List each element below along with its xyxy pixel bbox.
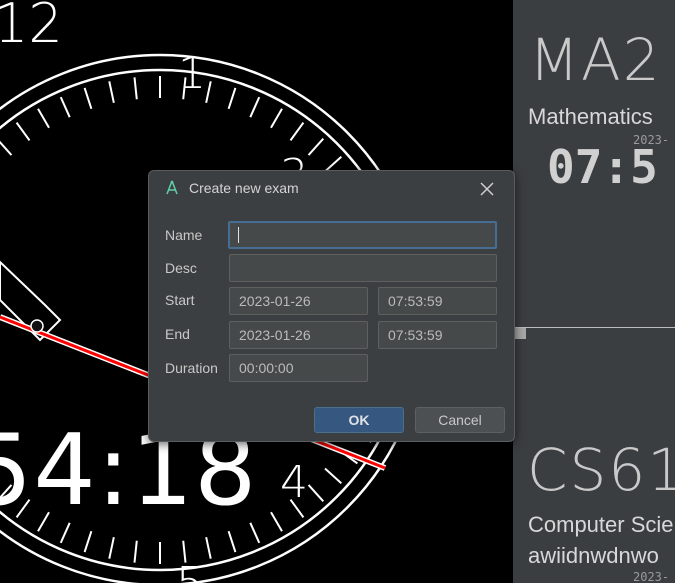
clock-tick [108,81,115,104]
dial-number-5: 5 [176,558,204,583]
clock-tick [133,540,138,563]
dialog-title: Create new exam [189,180,299,196]
name-input[interactable] [228,221,497,249]
clock-tick [37,108,50,129]
compass-app-icon [166,180,178,195]
exam-code: CS61 [527,436,675,504]
exam-time: 07:5 [547,140,658,194]
clock-tick [83,530,93,553]
splitter-handle[interactable] [515,328,526,339]
desc-input[interactable] [229,254,497,282]
duration-input[interactable]: 00:00:00 [229,354,368,382]
clock-tick [324,467,342,485]
clock-tick [307,138,325,156]
start-time-input[interactable]: 07:53:59 [378,287,497,315]
dial-number-1: 1 [178,48,206,99]
clock-tick [205,81,212,104]
dial-number-4: 4 [280,457,308,508]
clock-tick [289,122,305,141]
clock-tick [83,87,93,110]
exam-list-panel: MA2 Mathematics 2023- 07:5 CS61 Computer… [513,0,675,583]
desc-label: Desc [165,260,197,276]
cancel-button[interactable]: Cancel [415,407,505,433]
clock-tick [0,140,13,156]
exam-code: MA2 [529,26,662,94]
end-label: End [165,326,190,342]
close-icon[interactable] [477,179,497,199]
end-date-input[interactable]: 2023-01-26 [229,321,368,349]
panel-divider [513,327,675,328]
start-label: Start [165,292,195,308]
clock-tick [205,536,212,559]
create-exam-dialog: Create new exam Name Desc Start 2023-01-… [148,170,515,442]
exam-subject: Mathematics [528,104,653,129]
clock-tick [227,530,237,553]
clock-tick [108,536,115,559]
name-label: Name [165,227,203,243]
exam-subject: Computer Scie [528,512,674,537]
clock-tick [15,122,31,141]
clock-tick [249,96,261,118]
clock-tick [270,108,283,129]
clock-tick [227,87,237,110]
duration-label: Duration [165,360,218,376]
clock-hour-display: 12 [0,0,63,55]
text-caret [238,227,239,244]
clock-tick [133,77,138,100]
clock-tick [270,511,283,532]
end-time-input[interactable]: 07:53:59 [378,321,497,349]
clock-tick [59,96,71,118]
start-date-input[interactable]: 2023-01-26 [229,287,368,315]
ok-button[interactable]: OK [314,407,404,433]
exam-date: 2023- [633,570,670,583]
clock-tick [307,484,325,502]
exam-description: awiidnwdnwo [528,543,659,568]
clock-center-pin [30,319,44,333]
